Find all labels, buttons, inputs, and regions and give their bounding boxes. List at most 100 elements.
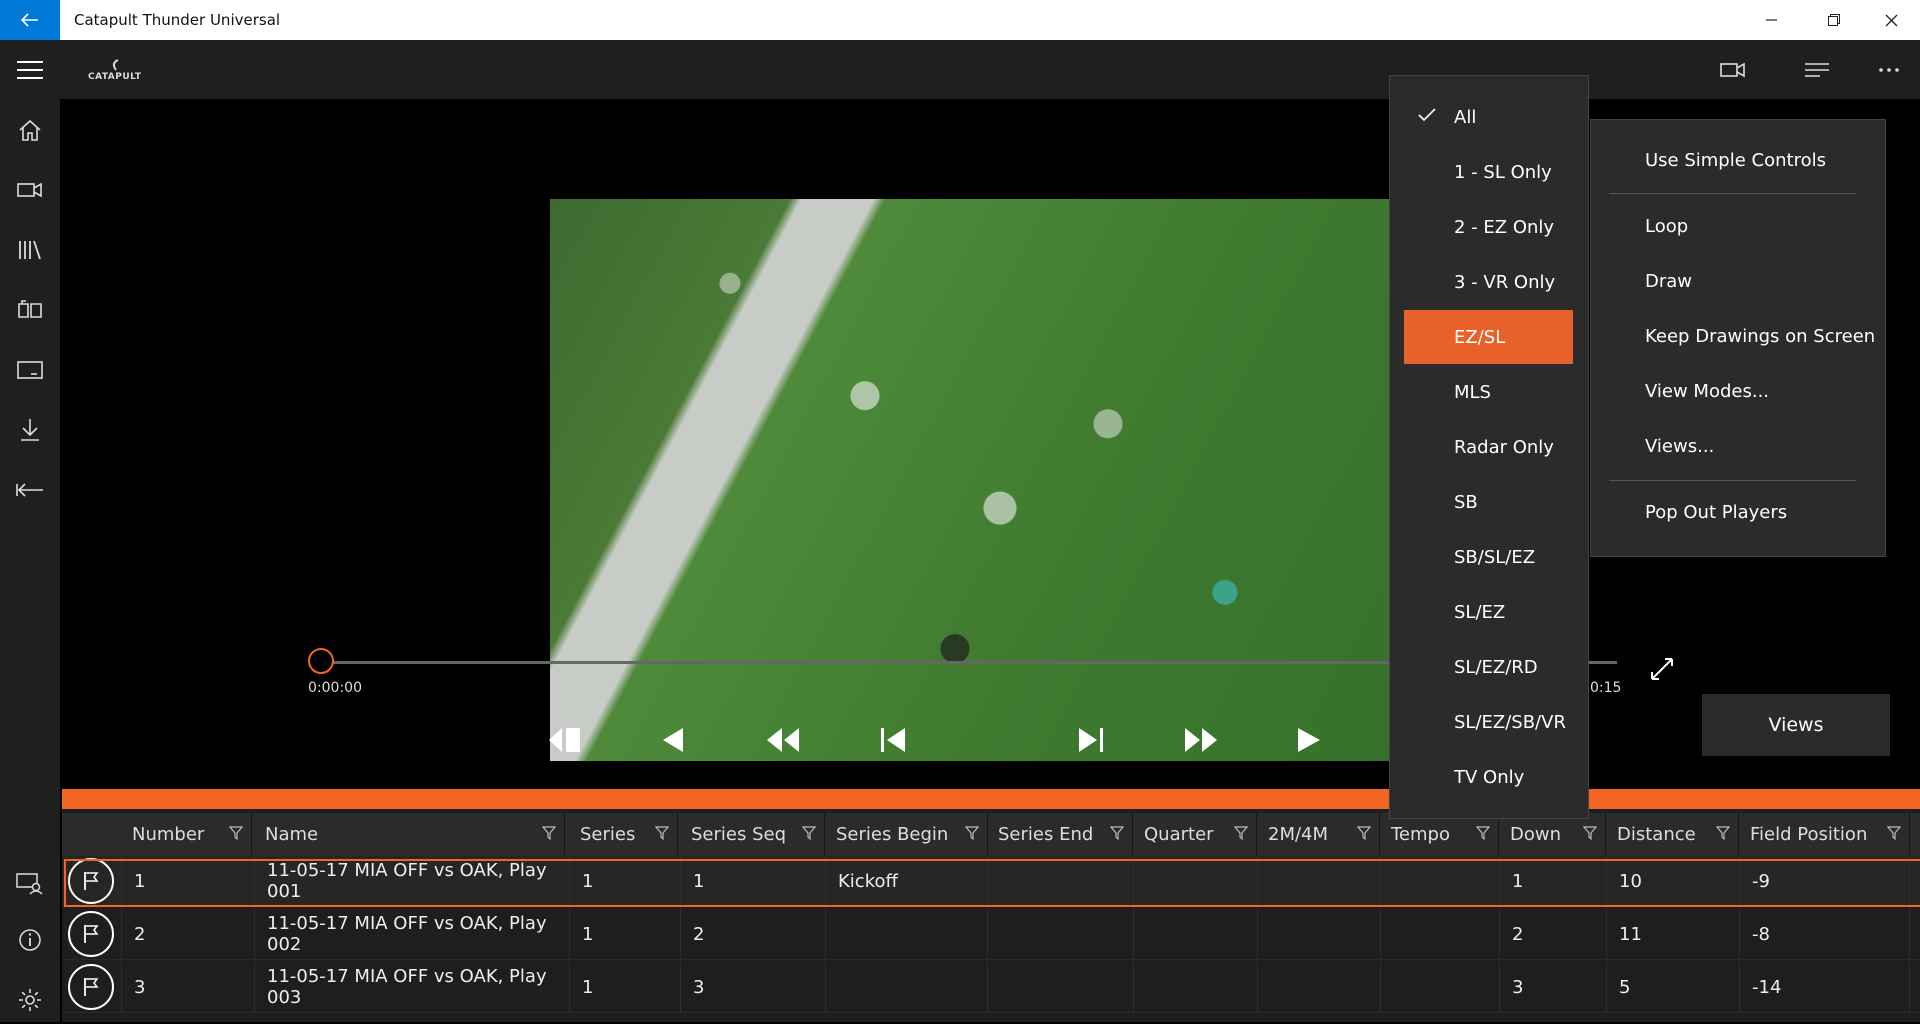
column-label: Series End	[998, 823, 1094, 845]
rewind-button[interactable]	[758, 720, 808, 760]
menu-item-loop[interactable]: Loop	[1645, 216, 1688, 237]
restore-button[interactable]	[1806, 0, 1862, 40]
video-frame[interactable]	[550, 199, 1450, 761]
sidebar-item-settings[interactable]	[0, 976, 60, 1024]
back-button[interactable]	[0, 0, 60, 40]
cell-series-end	[988, 961, 1134, 1013]
sidebar-item-home[interactable]	[0, 106, 60, 154]
table-row[interactable]: 2 11-05-17 MIA OFF vs OAK, Play 002 1 2 …	[62, 908, 1920, 960]
previous-button[interactable]	[648, 720, 698, 760]
filter-icon[interactable]	[542, 826, 556, 840]
menu-item-draw[interactable]: Draw	[1645, 271, 1692, 292]
skip-end-button[interactable]	[1066, 720, 1116, 760]
view-mode-item-radar-only[interactable]: Radar Only	[1404, 420, 1573, 474]
close-button[interactable]	[1863, 0, 1919, 40]
list-icon	[1805, 63, 1829, 77]
flag-button[interactable]	[68, 858, 114, 904]
fullscreen-button[interactable]	[1645, 652, 1679, 686]
column-header-2m4m[interactable]: 2M/4M	[1258, 813, 1380, 855]
filter-icon[interactable]	[802, 826, 816, 840]
skip-start-button[interactable]	[868, 720, 918, 760]
menu-item-views[interactable]: Views...	[1645, 436, 1714, 457]
views-button[interactable]: Views	[1702, 694, 1890, 756]
info-icon	[19, 929, 41, 951]
column-label: Distance	[1617, 823, 1696, 845]
view-mode-item-sl-only[interactable]: 1 - SL Only	[1404, 145, 1573, 199]
fast-forward-button[interactable]	[1176, 720, 1226, 760]
view-mode-item-vr-only[interactable]: 3 - VR Only	[1404, 255, 1573, 309]
column-label: Series Begin	[836, 823, 949, 845]
app-bar	[0, 40, 1920, 99]
menu-item-pop-out-players[interactable]: Pop Out Players	[1645, 502, 1787, 523]
sidebar-item-collapse[interactable]	[0, 466, 60, 514]
sidebar-item-info[interactable]	[0, 916, 60, 964]
filter-icon[interactable]	[1234, 826, 1248, 840]
column-header-series-begin[interactable]: Series Begin	[826, 813, 988, 855]
view-mode-item-sb-sl-ez[interactable]: SB/SL/EZ	[1404, 530, 1573, 584]
filter-icon[interactable]	[1716, 826, 1730, 840]
sidebar-item-download[interactable]	[0, 406, 60, 454]
filter-icon[interactable]	[1357, 826, 1371, 840]
minimize-button[interactable]	[1744, 0, 1800, 40]
sidebar-item-playbook[interactable]	[0, 286, 60, 334]
hamburger-menu-icon[interactable]	[10, 50, 50, 90]
sidebar-item-library[interactable]	[0, 226, 60, 274]
filter-icon[interactable]	[1110, 826, 1124, 840]
cell-series-seq: 3	[681, 961, 826, 1013]
cell-distance: 11	[1607, 908, 1740, 960]
video-camera-button[interactable]	[1708, 48, 1758, 92]
cell-distance: 5	[1607, 961, 1740, 1013]
list-button[interactable]	[1792, 48, 1842, 92]
filter-icon[interactable]	[1476, 826, 1490, 840]
view-mode-item-mls[interactable]: MLS	[1404, 365, 1573, 419]
column-header-name[interactable]: Name	[255, 813, 565, 855]
table-row[interactable]: 1 11-05-17 MIA OFF vs OAK, Play 001 1 1 …	[62, 855, 1920, 907]
filter-icon[interactable]	[655, 826, 669, 840]
view-mode-item-sl-ez-sb-vr[interactable]: SL/EZ/SB/VR	[1404, 695, 1573, 749]
filter-icon[interactable]	[1583, 826, 1597, 840]
column-header-field-position[interactable]: Field Position	[1740, 813, 1910, 855]
column-header-series-seq[interactable]: Series Seq	[681, 813, 825, 855]
filter-icon[interactable]	[1887, 826, 1901, 840]
column-header-tempo[interactable]: Tempo	[1381, 813, 1499, 855]
filter-icon[interactable]	[229, 826, 243, 840]
cell-down: 3	[1500, 961, 1607, 1013]
cell-tempo	[1381, 908, 1500, 960]
step-back-frame-button[interactable]	[539, 720, 589, 760]
column-header-number[interactable]: Number	[122, 813, 252, 855]
more-button[interactable]	[1864, 48, 1914, 92]
table-row[interactable]: 3 11-05-17 MIA OFF vs OAK, Play 003 1 3 …	[62, 961, 1920, 1013]
cell-tempo	[1381, 855, 1500, 907]
accent-bar	[62, 789, 1920, 809]
view-mode-item-ez-only[interactable]: 2 - EZ Only	[1404, 200, 1573, 254]
view-mode-item-sl-ez[interactable]: SL/EZ	[1404, 585, 1573, 639]
view-mode-item-tv-only[interactable]: TV Only	[1404, 750, 1573, 804]
collapse-icon	[16, 483, 43, 497]
menu-item-view-modes[interactable]: View Modes...	[1645, 381, 1769, 402]
menu-divider	[1609, 480, 1856, 481]
cell-name: 11-05-17 MIA OFF vs OAK, Play 001	[255, 855, 570, 907]
sidebar-item-user-display[interactable]	[0, 860, 60, 908]
menu-item-keep-drawings[interactable]: Keep Drawings on Screen	[1645, 326, 1875, 347]
view-mode-item-all[interactable]: All	[1404, 90, 1573, 144]
menu-item-use-simple-controls[interactable]: Use Simple Controls	[1645, 150, 1826, 171]
column-header-series-end[interactable]: Series End	[988, 813, 1133, 855]
sidebar-item-video[interactable]	[0, 166, 60, 214]
flag-button[interactable]	[68, 964, 114, 1010]
column-header-series[interactable]: Series	[570, 813, 678, 855]
sidebar-item-screen[interactable]	[0, 346, 60, 394]
menu-divider	[1609, 193, 1856, 194]
column-header-down[interactable]: Down	[1500, 813, 1606, 855]
play-button[interactable]	[1284, 720, 1334, 760]
flag-cell	[62, 908, 122, 960]
column-header-quarter[interactable]: Quarter	[1134, 813, 1257, 855]
filter-icon[interactable]	[965, 826, 979, 840]
view-mode-item-sb[interactable]: SB	[1404, 475, 1573, 529]
column-label: Number	[132, 823, 205, 845]
flag-button[interactable]	[68, 911, 114, 957]
seek-thumb[interactable]	[308, 648, 334, 674]
column-header-distance[interactable]: Distance	[1607, 813, 1739, 855]
view-mode-item-sl-ez-rd[interactable]: SL/EZ/RD	[1404, 640, 1573, 694]
view-mode-item-ez-sl[interactable]: EZ/SL	[1404, 310, 1573, 364]
user-display-icon	[16, 873, 43, 895]
